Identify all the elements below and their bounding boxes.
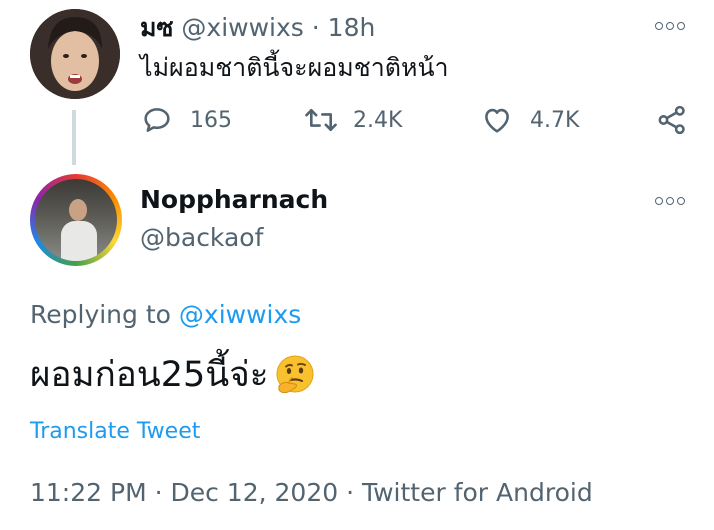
parent-time[interactable]: 18h [328, 13, 376, 42]
reply-count: 165 [190, 107, 232, 133]
avatar-photo [35, 179, 117, 261]
replying-to-line: Replying to @xiwwixs [30, 299, 301, 331]
parent-tweet-text: ไม่ผอมชาตินี้จะผอมชาติหน้า [140, 53, 449, 82]
heart-icon [485, 108, 509, 133]
like-button[interactable]: 4.7K [480, 100, 579, 140]
parent-handle[interactable]: @xiwwixs [181, 13, 303, 42]
thinking-face-icon [276, 355, 314, 394]
retweet-icon [305, 108, 337, 132]
reply-avatar[interactable] [30, 174, 122, 266]
reply-handle[interactable]: @backaof [140, 222, 263, 254]
parent-tweet-header: มซ @xiwwixs · 18h [140, 12, 375, 44]
retweet-button[interactable]: 2.4K [303, 100, 402, 140]
like-count: 4.7K [530, 107, 580, 133]
translate-tweet-link[interactable]: Translate Tweet [30, 417, 200, 447]
reply-tweet-text: ผอมก่อน25นี้จ่ะ [30, 353, 317, 397]
tweet-timestamp[interactable]: 11:22 PM · Dec 12, 2020 · Twitter for An… [30, 476, 593, 510]
reply-button[interactable]: 165 [140, 100, 232, 140]
reply-text: ผอมก่อน25นี้จ่ะ [30, 355, 269, 395]
parent-avatar[interactable] [30, 9, 120, 99]
reply-display-name[interactable]: Noppharnach [140, 184, 328, 216]
replying-to-prefix: Replying to [30, 300, 171, 329]
share-button[interactable] [655, 100, 689, 140]
replying-to-mention[interactable]: @xiwwixs [179, 300, 301, 329]
avatar-photo [30, 9, 120, 99]
parent-display-name[interactable]: มซ [140, 13, 173, 42]
more-options-icon[interactable] [655, 196, 685, 206]
header-separator: · [311, 13, 320, 42]
thread-connector-line [72, 110, 76, 165]
more-options-icon[interactable] [655, 21, 685, 31]
share-icon [658, 105, 685, 135]
retweet-count: 2.4K [353, 107, 403, 133]
reply-icon [144, 108, 170, 132]
